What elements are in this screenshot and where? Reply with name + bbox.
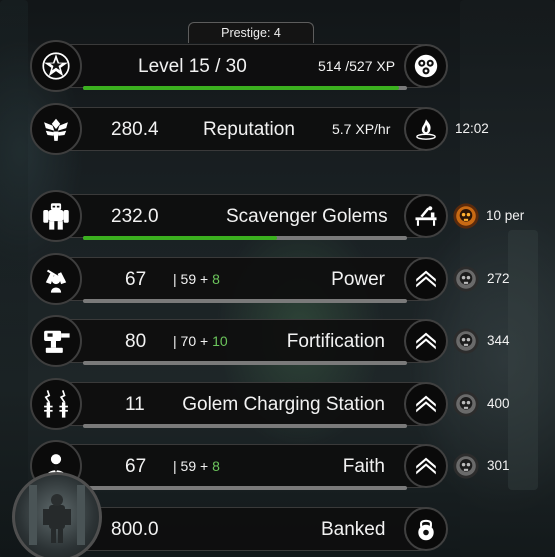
level-badge <box>30 40 82 92</box>
golem-icon <box>43 203 69 230</box>
reputation-value: 280.4 <box>111 119 159 140</box>
upgrade-base: | 59 <box>173 271 200 287</box>
prestige-tab: Prestige: 4 <box>188 22 314 43</box>
chevron-up-icon <box>416 332 436 350</box>
upgrade-button-charging[interactable] <box>404 382 448 426</box>
banked-value: 800.0 <box>111 519 159 540</box>
upgrade-bar <box>83 486 407 490</box>
upgrade-label: Faith <box>342 456 385 477</box>
chevron-up-icon <box>416 457 436 475</box>
upgrade-value: 67 <box>125 456 147 477</box>
armored-figure-icon <box>29 485 85 545</box>
upgrade-bar <box>83 361 407 365</box>
upgrade-cost-icon <box>452 327 480 355</box>
upgrade-bar <box>83 424 407 428</box>
level-xp-bar <box>83 86 407 90</box>
upgrade-cost: 272 <box>487 271 510 286</box>
skull-coin-icon <box>453 328 479 354</box>
upgrade-value: 67 <box>125 269 147 290</box>
upgrade-breakdown: | 70 + 10 <box>173 333 228 349</box>
upgrade-label: Power <box>331 269 385 290</box>
upgrade-badge-fortification <box>30 315 82 367</box>
upgrade-cost: 344 <box>487 333 510 348</box>
upgrade-breakdown: | 59 + 8 <box>173 458 220 474</box>
upgrade-value: 80 <box>125 331 147 352</box>
skull-coin-icon <box>453 391 479 417</box>
character-portrait[interactable] <box>12 472 102 557</box>
chevron-up-icon <box>416 395 436 413</box>
banked-label: Banked <box>321 519 386 540</box>
level-xp-fill <box>83 86 399 90</box>
golems-label: Scavenger Golems <box>226 206 388 227</box>
upgrade-cost: 400 <box>487 396 510 411</box>
reputation-timer: 12:02 <box>455 121 489 136</box>
background-pillar <box>508 230 538 490</box>
fiery-skull-icon <box>453 203 479 229</box>
golems-action-button[interactable] <box>404 194 448 238</box>
upgrade-row-fortification: 80 | 70 + 10 Fortification <box>32 319 442 365</box>
level-action-button[interactable] <box>404 44 448 88</box>
upgrade-base: | 70 <box>173 333 200 349</box>
skull-coin-icon <box>453 266 479 292</box>
upgrade-badge-charging <box>30 378 82 430</box>
golems-progress-bar <box>83 236 407 240</box>
upgrade-cost-icon <box>452 390 480 418</box>
golems-row: 232.0 Scavenger Golems <box>32 194 442 240</box>
reputation-label: Reputation <box>203 119 295 140</box>
upgrade-cost-icon <box>452 265 480 293</box>
upgrade-plus: + <box>200 271 209 287</box>
golems-badge <box>30 190 82 242</box>
level-xp-text: 514 /527 XP <box>318 58 396 74</box>
background-pillar <box>0 0 28 557</box>
reputation-rate: 5.7 XP/hr <box>332 121 391 137</box>
upgrade-cost-icon <box>452 452 480 480</box>
lock-icon <box>418 519 434 541</box>
winged-emblem-icon <box>44 118 68 141</box>
upgrade-bonus: 8 <box>212 458 220 474</box>
golems-cost: 10 per <box>486 208 525 223</box>
skull-coin-icon <box>453 453 479 479</box>
reputation-badge <box>30 103 82 155</box>
upgrade-label: Golem Charging Station <box>182 394 385 415</box>
power-fist-icon <box>45 269 67 293</box>
golems-cost-icon <box>452 202 480 230</box>
upgrade-plus: + <box>200 458 209 474</box>
upgrade-button-fortification[interactable] <box>404 319 448 363</box>
reputation-row: 280.4 Reputation 5.7 XP/hr <box>32 107 442 151</box>
upgrade-cost: 301 <box>487 458 510 473</box>
upgrade-badge-power <box>30 253 82 305</box>
upgrade-row-power: 67 | 59 + 8 Power <box>32 257 442 303</box>
upgrade-base: | 59 <box>173 458 200 474</box>
chevron-up-icon <box>416 270 436 288</box>
tesla-coil-icon <box>44 390 68 418</box>
upgrade-breakdown: | 59 + 8 <box>173 271 220 287</box>
upgrade-bonus: 10 <box>212 333 228 349</box>
upgrade-label: Fortification <box>286 331 385 352</box>
fire-fountain-icon <box>416 119 436 140</box>
upgrade-value: 11 <box>125 394 145 415</box>
star-emblem-icon <box>42 52 70 80</box>
upgrade-button-power[interactable] <box>404 257 448 301</box>
upgrade-plus: + <box>200 333 209 349</box>
banked-action-button[interactable] <box>404 507 448 551</box>
upgrade-bonus: 8 <box>212 271 220 287</box>
lab-flask-icon <box>414 54 438 78</box>
golems-progress-fill <box>83 236 278 240</box>
reputation-action-button[interactable] <box>404 107 448 151</box>
workbench-icon <box>415 206 437 226</box>
turret-icon <box>44 330 70 353</box>
level-row: Level 15 / 30 514 /527 XP <box>32 44 442 90</box>
upgrade-row-charging: 11 Golem Charging Station <box>32 382 442 428</box>
golems-value: 232.0 <box>111 206 159 227</box>
upgrade-button-faith[interactable] <box>404 444 448 488</box>
level-label: Level 15 / 30 <box>138 56 247 77</box>
upgrade-row-faith: 67 | 59 + 8 Faith <box>32 444 442 490</box>
upgrade-bar <box>83 299 407 303</box>
